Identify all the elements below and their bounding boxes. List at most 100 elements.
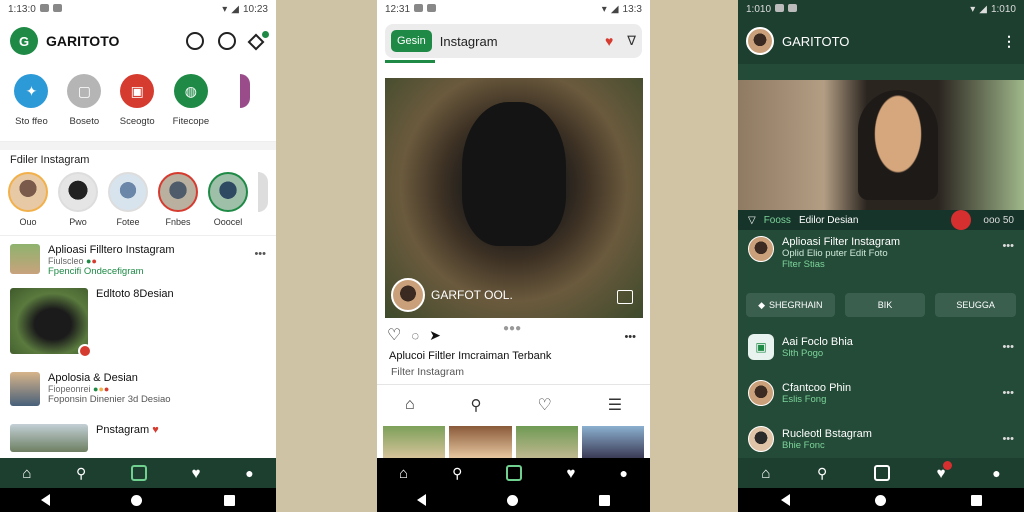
story-item[interactable]: Fnbes [158,172,198,227]
heart-icon[interactable]: ♥ [566,465,575,482]
story-item[interactable]: Fotee [108,172,148,227]
post-title: Edltoto 8Desian [96,288,174,300]
avatar [8,172,48,212]
grid-thumbnail[interactable] [581,426,644,458]
profile-icon[interactable]: ● [619,465,627,481]
feed-item[interactable]: Edltoto 8Desian [0,288,276,372]
home-button[interactable] [506,494,518,506]
post-header[interactable]: Aplioasi Filter Instagram Oplid Elio put… [738,232,1024,288]
home-icon[interactable]: ⌂ [405,396,415,414]
bik-button[interactable]: BIK [844,293,926,317]
list-item[interactable]: Cfantcoo Phin Eslis Fong ••• [738,370,1024,416]
avatar [208,172,248,212]
comment-icon[interactable]: ◌ [411,328,419,343]
home-icon[interactable]: ⌂ [761,465,770,482]
add-post-icon[interactable] [506,465,523,481]
action-boseto[interactable]: ▢ Boseto [67,74,102,141]
avatar[interactable] [746,27,774,55]
share-button[interactable]: ◆ SHEGRHAIN [746,293,835,317]
grid-thumbnail[interactable] [515,426,578,458]
add-post-icon[interactable] [873,465,890,481]
back-button[interactable] [40,494,50,506]
story-item[interactable]: Ouo [8,172,48,227]
back-button[interactable] [417,494,427,506]
square-icon: ▢ [67,74,102,108]
overflow-menu-icon[interactable]: ⋮ [1002,33,1016,50]
clock: 1:010 [746,3,772,15]
heart-icon[interactable]: ♡ [537,395,551,415]
recents-button[interactable] [970,494,982,506]
post-subcaption: Filter Instagram [391,366,464,378]
feed-item[interactable]: Pnstagram ♥ [0,424,276,454]
banner-image[interactable] [738,80,1024,210]
story-item[interactable] [258,172,268,227]
add-post-icon[interactable] [130,465,147,481]
more-options-icon[interactable]: ••• [624,331,636,343]
dog-figure [462,102,566,246]
action-sceogto[interactable]: ▣ Sceogto [120,74,155,141]
notification-icon[interactable] [247,31,269,51]
avatar[interactable] [391,278,425,312]
suggest-button[interactable]: SEUGGA [935,293,1016,317]
story-item[interactable]: Pwo [58,172,98,227]
list-item[interactable]: ▣ Aai Foclo Bhia Slth Pogo ••• [738,324,1024,370]
expand-icon[interactable] [617,290,633,304]
heart-icon[interactable]: ♥ [192,465,201,482]
share-icon: ✦ [14,74,49,108]
more-options-icon[interactable]: ••• [1002,433,1014,445]
bottom-nav: ⌂ ⚲ ♥ ● [377,458,650,488]
back-button[interactable] [780,494,790,506]
like-icon[interactable]: ♡ [387,325,401,345]
signal-icon: ◢ [610,3,619,15]
search-icon[interactable]: ⚲ [452,465,462,482]
tab-indicator [385,60,435,63]
search-icon[interactable]: ⚲ [76,465,86,482]
avatar [158,172,198,212]
home-button[interactable] [131,494,143,506]
post-thumbnail [10,424,88,452]
more-options-icon[interactable]: ••• [254,248,266,260]
story-item[interactable]: Ooocel [208,172,248,227]
search-icon[interactable]: ⚲ [817,465,827,482]
home-icon[interactable]: ⌂ [399,465,408,482]
action-more[interactable] [227,74,262,141]
avatar [258,172,268,212]
send-icon[interactable]: ➤ [429,327,441,344]
filter-icon[interactable]: ∇ [627,33,636,49]
feed-item[interactable]: Apolosia & Desian Fiopeonrei ●●● Foponsi… [0,372,276,418]
profile-icon[interactable]: ● [992,465,1000,481]
grid-thumbnail[interactable] [383,426,446,458]
profile-icon[interactable]: ● [245,465,253,481]
app-logo: Gesin [391,30,432,52]
list-item[interactable]: Rucleotl Bstagram Bhie Fonc ••• [738,416,1024,462]
more-options-icon[interactable]: ••• [1002,341,1014,353]
heart-icon[interactable]: ♥ [937,460,952,482]
home-button[interactable] [874,494,886,506]
heart-icon[interactable]: ♥ [605,33,613,49]
action-share[interactable]: ✦ Sto ffeo [14,74,49,141]
recents-button[interactable] [598,494,610,506]
phone-left: 1:13:0 ▾ ◢ 10:23 G GARITOTO ✦ Sto ffeo ▢ Bos… [0,0,276,512]
menu-icon[interactable]: ☰ [608,395,622,415]
action-fitecope[interactable]: ◍ Fitecope [173,74,209,141]
app-header: GARITOTO ⋮ [738,18,1024,64]
app-icon: ▣ [120,74,155,108]
bottom-nav: ⌂ ⚲ ♥ ● [738,458,1024,488]
message-icon[interactable] [218,32,236,50]
stories-row: Ouo Pwo Fotee Fnbes Ooocel [0,166,276,233]
home-icon[interactable]: ⌂ [22,465,31,482]
wifi-icon: ▾ [222,3,228,15]
post-username[interactable]: GARFOT OOL. [431,288,513,302]
grid-thumbnail[interactable] [449,426,512,458]
signal-icon: ◢ [979,3,987,15]
feed-item[interactable]: Aplioasi Filltero Instagram Fiulscleo ●●… [0,244,276,284]
camera-icon[interactable] [186,32,204,50]
recents-button[interactable] [224,494,236,506]
badge-icon [78,344,92,358]
more-options-icon[interactable]: ••• [1002,240,1014,252]
filter-icon[interactable]: ▽ [748,215,756,226]
post-image[interactable]: GARFOT OOL. [385,78,643,318]
search-icon[interactable]: ⚲ [471,396,482,414]
record-icon[interactable] [951,210,972,230]
more-options-icon[interactable]: ••• [1002,387,1014,399]
